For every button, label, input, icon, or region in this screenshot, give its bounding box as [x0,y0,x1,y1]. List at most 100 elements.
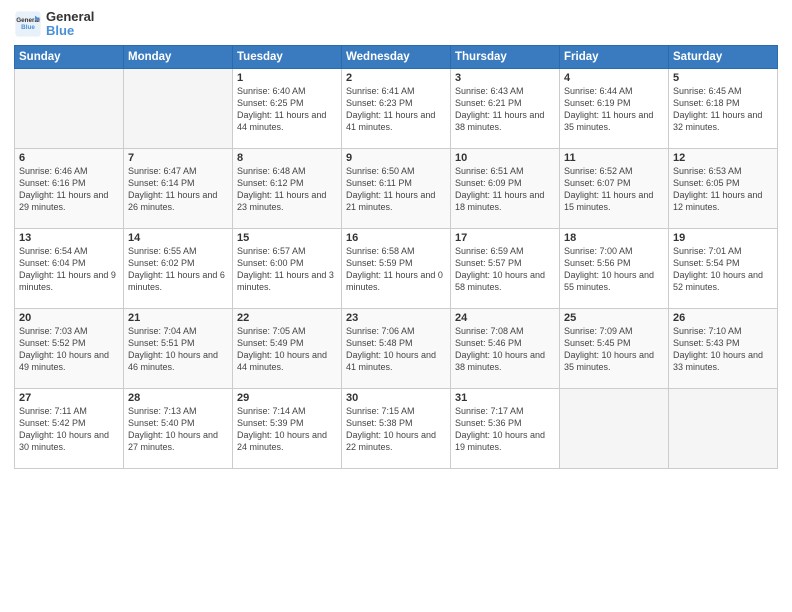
day-info: Sunrise: 7:01 AM Sunset: 5:54 PM Dayligh… [673,245,773,294]
logo-text: General Blue [46,10,94,39]
calendar-cell: 8Sunrise: 6:48 AM Sunset: 6:12 PM Daylig… [233,148,342,228]
weekday-header-row: SundayMondayTuesdayWednesdayThursdayFrid… [15,45,778,68]
calendar-cell: 23Sunrise: 7:06 AM Sunset: 5:48 PM Dayli… [342,308,451,388]
weekday-header-friday: Friday [560,45,669,68]
day-number: 12 [673,152,773,164]
day-info: Sunrise: 6:46 AM Sunset: 6:16 PM Dayligh… [19,165,119,214]
calendar-cell: 4Sunrise: 6:44 AM Sunset: 6:19 PM Daylig… [560,68,669,148]
day-number: 29 [237,392,337,404]
day-info: Sunrise: 6:47 AM Sunset: 6:14 PM Dayligh… [128,165,228,214]
day-number: 3 [455,72,555,84]
weekday-header-wednesday: Wednesday [342,45,451,68]
calendar-cell: 21Sunrise: 7:04 AM Sunset: 5:51 PM Dayli… [124,308,233,388]
day-info: Sunrise: 7:00 AM Sunset: 5:56 PM Dayligh… [564,245,664,294]
day-number: 19 [673,232,773,244]
calendar-cell: 6Sunrise: 6:46 AM Sunset: 6:16 PM Daylig… [15,148,124,228]
day-info: Sunrise: 6:50 AM Sunset: 6:11 PM Dayligh… [346,165,446,214]
day-number: 17 [455,232,555,244]
day-info: Sunrise: 7:17 AM Sunset: 5:36 PM Dayligh… [455,405,555,454]
day-number: 21 [128,312,228,324]
day-info: Sunrise: 7:04 AM Sunset: 5:51 PM Dayligh… [128,325,228,374]
day-info: Sunrise: 6:51 AM Sunset: 6:09 PM Dayligh… [455,165,555,214]
logo: General Blue General Blue [14,10,94,39]
calendar-cell: 22Sunrise: 7:05 AM Sunset: 5:49 PM Dayli… [233,308,342,388]
day-info: Sunrise: 7:03 AM Sunset: 5:52 PM Dayligh… [19,325,119,374]
day-info: Sunrise: 7:13 AM Sunset: 5:40 PM Dayligh… [128,405,228,454]
calendar-cell: 2Sunrise: 6:41 AM Sunset: 6:23 PM Daylig… [342,68,451,148]
calendar-cell: 30Sunrise: 7:15 AM Sunset: 5:38 PM Dayli… [342,388,451,468]
day-number: 14 [128,232,228,244]
day-info: Sunrise: 6:58 AM Sunset: 5:59 PM Dayligh… [346,245,446,294]
calendar-cell: 24Sunrise: 7:08 AM Sunset: 5:46 PM Dayli… [451,308,560,388]
day-number: 13 [19,232,119,244]
calendar-cell: 7Sunrise: 6:47 AM Sunset: 6:14 PM Daylig… [124,148,233,228]
calendar-cell: 13Sunrise: 6:54 AM Sunset: 6:04 PM Dayli… [15,228,124,308]
day-number: 16 [346,232,446,244]
calendar-cell: 1Sunrise: 6:40 AM Sunset: 6:25 PM Daylig… [233,68,342,148]
logo-icon: General Blue [14,10,42,38]
calendar-cell [560,388,669,468]
calendar-cell: 31Sunrise: 7:17 AM Sunset: 5:36 PM Dayli… [451,388,560,468]
calendar-cell: 19Sunrise: 7:01 AM Sunset: 5:54 PM Dayli… [669,228,778,308]
weekday-header-thursday: Thursday [451,45,560,68]
day-number: 20 [19,312,119,324]
day-number: 24 [455,312,555,324]
week-row-5: 27Sunrise: 7:11 AM Sunset: 5:42 PM Dayli… [15,388,778,468]
day-number: 2 [346,72,446,84]
day-info: Sunrise: 7:06 AM Sunset: 5:48 PM Dayligh… [346,325,446,374]
day-info: Sunrise: 7:14 AM Sunset: 5:39 PM Dayligh… [237,405,337,454]
day-number: 5 [673,72,773,84]
day-info: Sunrise: 7:11 AM Sunset: 5:42 PM Dayligh… [19,405,119,454]
day-number: 10 [455,152,555,164]
page: General Blue General Blue SundayMondayTu… [0,0,792,479]
calendar-cell: 12Sunrise: 6:53 AM Sunset: 6:05 PM Dayli… [669,148,778,228]
calendar-cell: 9Sunrise: 6:50 AM Sunset: 6:11 PM Daylig… [342,148,451,228]
day-number: 11 [564,152,664,164]
day-info: Sunrise: 6:48 AM Sunset: 6:12 PM Dayligh… [237,165,337,214]
calendar-cell [15,68,124,148]
calendar-cell: 17Sunrise: 6:59 AM Sunset: 5:57 PM Dayli… [451,228,560,308]
day-number: 30 [346,392,446,404]
calendar-cell [669,388,778,468]
calendar-cell: 10Sunrise: 6:51 AM Sunset: 6:09 PM Dayli… [451,148,560,228]
calendar-cell: 5Sunrise: 6:45 AM Sunset: 6:18 PM Daylig… [669,68,778,148]
day-info: Sunrise: 6:40 AM Sunset: 6:25 PM Dayligh… [237,85,337,134]
day-info: Sunrise: 7:08 AM Sunset: 5:46 PM Dayligh… [455,325,555,374]
week-row-4: 20Sunrise: 7:03 AM Sunset: 5:52 PM Dayli… [15,308,778,388]
calendar-table: SundayMondayTuesdayWednesdayThursdayFrid… [14,45,778,469]
calendar-cell: 25Sunrise: 7:09 AM Sunset: 5:45 PM Dayli… [560,308,669,388]
calendar-cell: 26Sunrise: 7:10 AM Sunset: 5:43 PM Dayli… [669,308,778,388]
calendar-cell: 15Sunrise: 6:57 AM Sunset: 6:00 PM Dayli… [233,228,342,308]
day-info: Sunrise: 6:55 AM Sunset: 6:02 PM Dayligh… [128,245,228,294]
day-number: 9 [346,152,446,164]
calendar-cell: 3Sunrise: 6:43 AM Sunset: 6:21 PM Daylig… [451,68,560,148]
day-number: 27 [19,392,119,404]
calendar-cell [124,68,233,148]
weekday-header-monday: Monday [124,45,233,68]
svg-text:Blue: Blue [21,24,35,31]
calendar-cell: 28Sunrise: 7:13 AM Sunset: 5:40 PM Dayli… [124,388,233,468]
day-number: 6 [19,152,119,164]
weekday-header-tuesday: Tuesday [233,45,342,68]
day-info: Sunrise: 6:53 AM Sunset: 6:05 PM Dayligh… [673,165,773,214]
calendar-cell: 16Sunrise: 6:58 AM Sunset: 5:59 PM Dayli… [342,228,451,308]
day-info: Sunrise: 6:43 AM Sunset: 6:21 PM Dayligh… [455,85,555,134]
day-number: 25 [564,312,664,324]
day-info: Sunrise: 6:41 AM Sunset: 6:23 PM Dayligh… [346,85,446,134]
day-info: Sunrise: 6:52 AM Sunset: 6:07 PM Dayligh… [564,165,664,214]
day-number: 15 [237,232,337,244]
day-info: Sunrise: 7:15 AM Sunset: 5:38 PM Dayligh… [346,405,446,454]
calendar-cell: 20Sunrise: 7:03 AM Sunset: 5:52 PM Dayli… [15,308,124,388]
calendar-cell: 11Sunrise: 6:52 AM Sunset: 6:07 PM Dayli… [560,148,669,228]
weekday-header-sunday: Sunday [15,45,124,68]
day-number: 7 [128,152,228,164]
calendar-cell: 18Sunrise: 7:00 AM Sunset: 5:56 PM Dayli… [560,228,669,308]
day-info: Sunrise: 6:54 AM Sunset: 6:04 PM Dayligh… [19,245,119,294]
calendar-cell: 14Sunrise: 6:55 AM Sunset: 6:02 PM Dayli… [124,228,233,308]
day-number: 31 [455,392,555,404]
day-info: Sunrise: 7:10 AM Sunset: 5:43 PM Dayligh… [673,325,773,374]
calendar-cell: 27Sunrise: 7:11 AM Sunset: 5:42 PM Dayli… [15,388,124,468]
day-number: 4 [564,72,664,84]
header: General Blue General Blue [14,10,778,39]
day-number: 26 [673,312,773,324]
